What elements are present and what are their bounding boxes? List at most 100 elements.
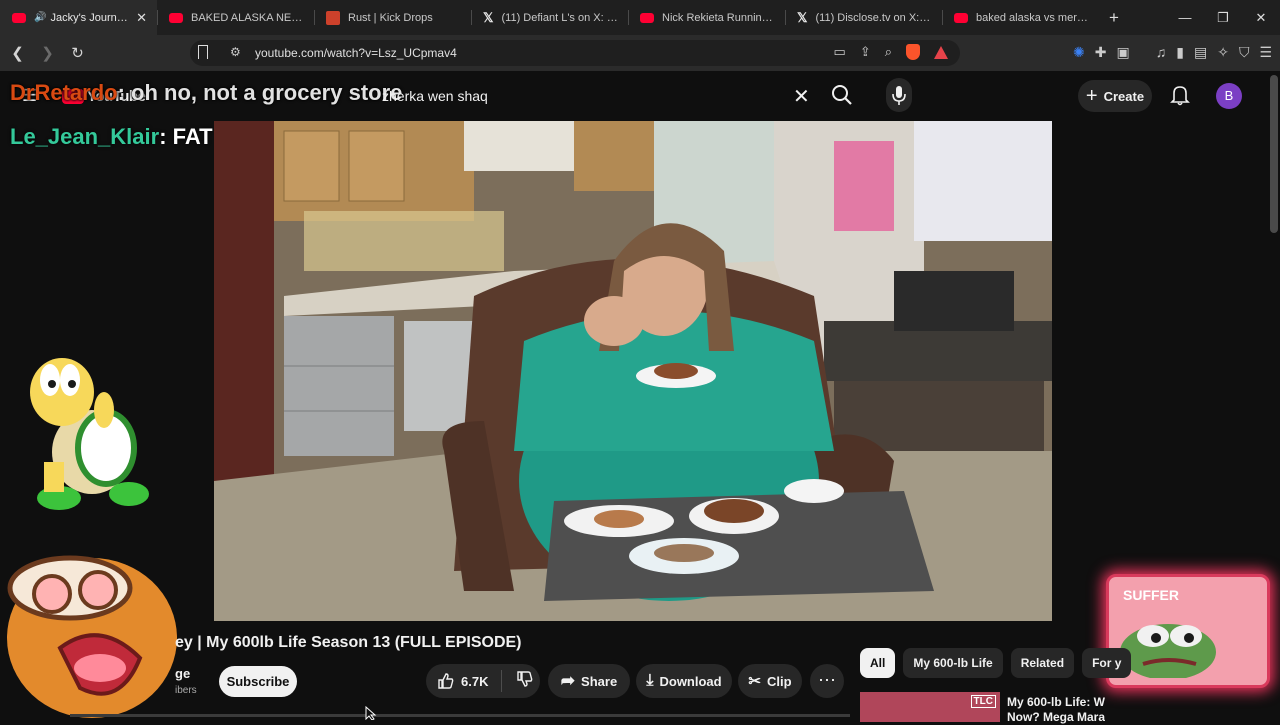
download-label: Download <box>659 673 722 689</box>
tab-7[interactable]: baked alaska vs mersh - Y <box>942 0 1099 35</box>
tab-title: Nick Rekieta Running Off <box>662 11 775 24</box>
like-count: 6.7K <box>461 673 489 689</box>
media-icon[interactable]: ♫ <box>1156 44 1167 61</box>
tab-6[interactable]: 𝕏 (11) Disclose.tv on X: "JUS <box>785 0 942 35</box>
recommendation-title-line: My 600-lb Life: Wh <box>1007 695 1105 709</box>
bookmark-icon[interactable] <box>198 45 208 59</box>
tab-5[interactable]: Nick Rekieta Running Off <box>628 0 785 35</box>
subscribe-button[interactable]: Subscribe <box>219 666 297 697</box>
recommendation-title[interactable]: My 600-lb Life: Wh Now? Mega Marat <box>1007 695 1105 725</box>
channel-name[interactable]: ge <box>175 666 190 681</box>
youtube-icon <box>12 12 26 23</box>
chip-for-you[interactable]: For y <box>1082 648 1132 678</box>
more-actions-icon[interactable]: ⋯ <box>810 664 844 698</box>
tab-4[interactable]: 𝕏 (11) Defiant L's on X: "Mul <box>471 0 628 35</box>
tab-title: baked alaska vs mersh - Y <box>976 11 1089 24</box>
chat-text: : oh no, not a grocery store <box>117 80 403 105</box>
clip-label: Clip <box>767 673 792 689</box>
leo-ai-icon[interactable]: ✧ <box>1217 44 1229 61</box>
clear-search-icon[interactable]: ✕ <box>793 84 810 109</box>
page-scrollbar[interactable] <box>1270 75 1278 233</box>
search-input[interactable]: zherka wen shaq <box>382 88 488 104</box>
new-tab-button[interactable]: + <box>1109 8 1119 28</box>
search-icon[interactable] <box>826 78 858 112</box>
clip-button[interactable]: ✂ Clip <box>738 664 802 698</box>
like-button[interactable]: 6.7K <box>426 672 501 690</box>
subscriber-count: ibers <box>175 685 197 696</box>
share-page-icon[interactable]: ⇪ <box>860 44 871 60</box>
video-frame <box>214 121 1052 621</box>
forward-icon[interactable]: ❯ <box>35 44 60 62</box>
thumbs-up-icon <box>438 673 454 689</box>
chat-username: DrRetardo <box>10 80 118 105</box>
vpn-icon[interactable]: ✺ <box>1073 44 1085 61</box>
create-label: Create <box>1103 88 1145 104</box>
scissors-icon: ✂ <box>748 673 761 690</box>
speaker-icon[interactable]: 🔊 <box>34 12 46 23</box>
related-filter-chips: All My 600-lb Life Related For y <box>860 648 1132 678</box>
chat-username: Le_Jean_Klair <box>10 124 160 149</box>
koopa-sticker <box>30 358 149 510</box>
browser-toolbar: ❮ ❯ ↻ ⚙ youtube.com/watch?v=Lsz_UCpmav4 … <box>0 35 1280 71</box>
tab-title: (11) Defiant L's on X: "Mul <box>501 11 618 24</box>
cast-icon[interactable]: ▭ <box>834 44 846 60</box>
extensions-icon[interactable]: ✚ <box>1095 44 1107 61</box>
window-controls: — ❐ ✕ <box>1166 0 1280 35</box>
close-window-icon[interactable]: ✕ <box>1242 0 1280 35</box>
video-title: ey | My 600lb Life Season 13 (FULL EPISO… <box>175 634 522 651</box>
download-button[interactable]: ⤓ Download <box>636 664 732 698</box>
chip-all[interactable]: All <box>860 648 896 678</box>
notifications-bell-icon[interactable] <box>1170 84 1190 106</box>
avatar[interactable]: B <box>1216 83 1242 109</box>
minimize-icon[interactable]: — <box>1166 0 1204 35</box>
menu-icon[interactable]: ☰ <box>1259 44 1272 61</box>
wallet-icon[interactable]: ▤ <box>1194 44 1207 61</box>
dislike-button[interactable] <box>502 670 534 693</box>
x-icon: 𝕏 <box>797 9 808 25</box>
chat-text: : FAT <box>159 124 213 149</box>
chip-related[interactable]: Related <box>1010 648 1075 678</box>
zoom-icon[interactable]: ⌕ <box>885 44 892 60</box>
tab-1[interactable]: 🔊 Jacky's Journey | M ✕ <box>0 0 157 35</box>
create-button[interactable]: + Create <box>1078 80 1152 112</box>
like-dislike-group: 6.7K <box>426 664 540 698</box>
emote-sticker <box>7 555 177 718</box>
microphone-icon[interactable] <box>886 78 912 112</box>
screenshot-icon[interactable]: ▣ <box>1117 44 1130 61</box>
vpn-shield-icon[interactable]: ⛉ <box>1239 44 1250 61</box>
chip-my-600-lb-life[interactable]: My 600-lb Life <box>903 648 1003 678</box>
url-text[interactable]: youtube.com/watch?v=Lsz_UCpmav4 <box>255 46 457 60</box>
tab-3[interactable]: Rust | Kick Drops <box>314 0 471 35</box>
recommendation-thumbnail[interactable]: TLC <box>860 692 1000 722</box>
share-button[interactable]: ➦ Share <box>548 664 630 698</box>
youtube-icon <box>954 12 968 23</box>
tab-2[interactable]: BAKED ALASKA NEEDS M <box>157 0 314 35</box>
pepe-sticker <box>1120 624 1216 678</box>
youtube-icon <box>169 12 183 23</box>
back-icon[interactable]: ❮ <box>5 44 30 62</box>
recommendation-title-line: Now? Mega Marat <box>1007 710 1105 724</box>
video-player[interactable] <box>214 121 1052 621</box>
restore-icon[interactable]: ❐ <box>1204 0 1242 35</box>
site-info-icon[interactable]: ⚙ <box>230 45 241 59</box>
tab-title: Jacky's Journey | M <box>50 11 130 24</box>
browser-tab-strip: 🔊 Jacky's Journey | M ✕ BAKED ALASKA NEE… <box>0 0 1280 35</box>
tab-title: Rust | Kick Drops <box>348 11 433 24</box>
plus-icon: + <box>1085 84 1098 107</box>
share-icon: ➦ <box>560 671 576 690</box>
address-bar[interactable]: ⚙ youtube.com/watch?v=Lsz_UCpmav4 ▭ ⇪ ⌕ <box>190 40 960 66</box>
tab-title: BAKED ALASKA NEEDS M <box>191 11 304 24</box>
chat-message: DrRetardo: oh no, not a grocery store <box>10 80 402 106</box>
x-icon: 𝕏 <box>483 9 494 25</box>
mouse-cursor-icon <box>365 706 377 720</box>
close-tab-icon[interactable]: ✕ <box>136 10 147 26</box>
youtube-icon <box>640 12 654 23</box>
page-bottom-divider <box>70 714 850 717</box>
brave-rewards-icon[interactable] <box>934 46 948 59</box>
chat-message: Le_Jean_Klair: FAT <box>10 124 213 150</box>
thumbs-down-icon <box>517 670 533 687</box>
sidebar-icon[interactable]: ▮ <box>1176 44 1184 61</box>
rust-icon <box>326 10 340 25</box>
reload-icon[interactable]: ↻ <box>65 44 90 62</box>
brave-shields-icon[interactable] <box>906 44 920 60</box>
